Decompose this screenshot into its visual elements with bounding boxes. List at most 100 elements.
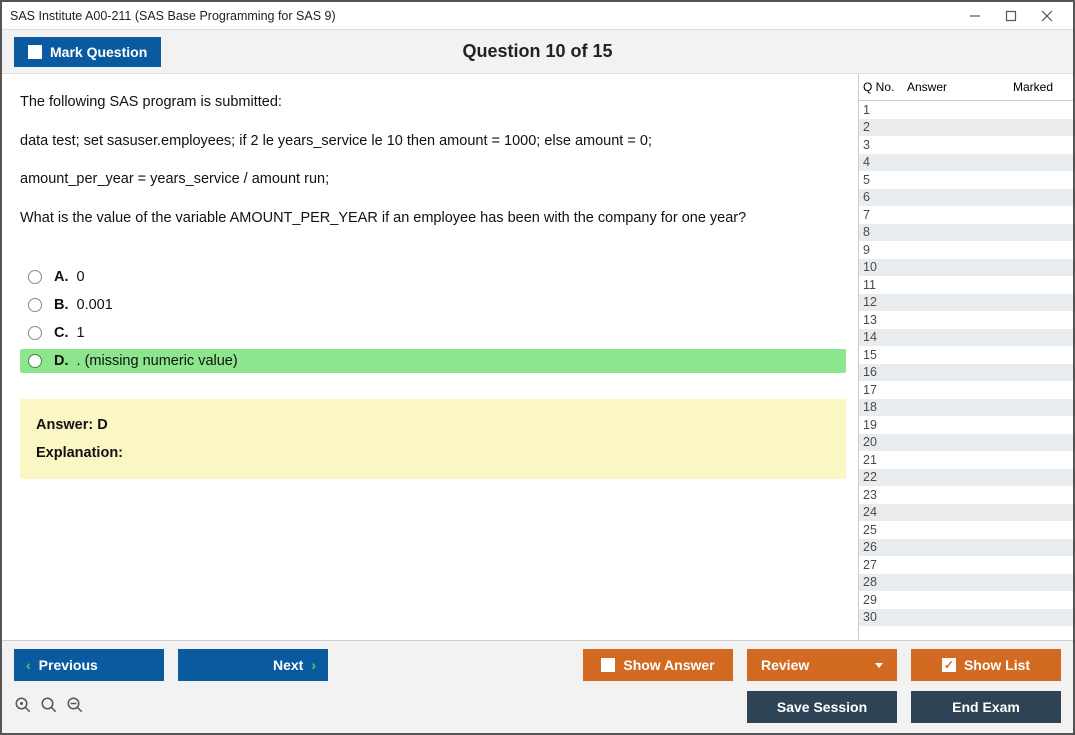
question-row[interactable]: 22 (859, 469, 1073, 487)
question-row[interactable]: 9 (859, 241, 1073, 259)
previous-label: Previous (39, 657, 98, 673)
question-row[interactable]: 26 (859, 539, 1073, 557)
qno-cell: 9 (859, 243, 903, 257)
question-text: The following SAS program is submitted: … (20, 90, 846, 245)
save-session-button[interactable]: Save Session (747, 691, 897, 723)
sidebar-header: Q No. Answer Marked (859, 74, 1073, 101)
question-row[interactable]: 13 (859, 311, 1073, 329)
qno-cell: 21 (859, 453, 903, 467)
options-list: A. 0 B. 0.001 C. 1 D. . (missing numeric va… (20, 263, 846, 375)
option-b[interactable]: B. 0.001 (20, 293, 846, 317)
question-row[interactable]: 15 (859, 346, 1073, 364)
option-a[interactable]: A. 0 (20, 265, 846, 289)
question-row[interactable]: 23 (859, 486, 1073, 504)
end-exam-button[interactable]: End Exam (911, 691, 1061, 723)
zoom-in-icon[interactable] (40, 696, 58, 719)
question-row[interactable]: 5 (859, 171, 1073, 189)
previous-button[interactable]: ‹ Previous (14, 649, 164, 681)
sidebar-body[interactable]: 1234567891011121314151617181920212223242… (859, 101, 1073, 640)
qno-cell: 29 (859, 593, 903, 607)
col-header-answer: Answer (903, 74, 1009, 100)
zoom-reset-icon[interactable] (14, 696, 32, 719)
question-line-3: amount_per_year = years_service / amount… (20, 167, 846, 192)
chevron-down-icon (875, 663, 883, 668)
question-row[interactable]: 12 (859, 294, 1073, 312)
qno-cell: 5 (859, 173, 903, 187)
question-row[interactable]: 24 (859, 504, 1073, 522)
mark-question-label: Mark Question (50, 44, 147, 60)
show-list-button[interactable]: ✓ Show List (911, 649, 1061, 681)
review-button[interactable]: Review (747, 649, 897, 681)
titlebar: SAS Institute A00-211 (SAS Base Programm… (2, 2, 1073, 30)
qno-cell: 3 (859, 138, 903, 152)
next-label: Next (273, 657, 303, 673)
question-row[interactable]: 16 (859, 364, 1073, 382)
checkbox-icon (28, 45, 42, 59)
header-bar: Mark Question Question 10 of 15 (2, 30, 1073, 74)
question-row[interactable]: 2 (859, 119, 1073, 137)
qno-cell: 22 (859, 470, 903, 484)
radio-icon[interactable] (28, 354, 42, 368)
qno-cell: 19 (859, 418, 903, 432)
question-row[interactable]: 1 (859, 101, 1073, 119)
review-label: Review (761, 657, 809, 673)
qno-cell: 1 (859, 103, 903, 117)
question-row[interactable]: 19 (859, 416, 1073, 434)
qno-cell: 18 (859, 400, 903, 414)
question-row[interactable]: 21 (859, 451, 1073, 469)
question-line-4: What is the value of the variable AMOUNT… (20, 206, 846, 231)
body: The following SAS program is submitted: … (2, 74, 1073, 640)
qno-cell: 14 (859, 330, 903, 344)
question-row[interactable]: 11 (859, 276, 1073, 294)
close-button[interactable] (1029, 4, 1065, 28)
radio-icon[interactable] (28, 298, 42, 312)
qno-cell: 10 (859, 260, 903, 274)
radio-icon[interactable] (28, 326, 42, 340)
option-d[interactable]: D. . (missing numeric value) (20, 349, 846, 373)
question-row[interactable]: 18 (859, 399, 1073, 417)
qno-cell: 2 (859, 120, 903, 134)
mark-question-button[interactable]: Mark Question (14, 37, 161, 67)
show-answer-label: Show Answer (623, 657, 714, 673)
qno-cell: 8 (859, 225, 903, 239)
checkbox-checked-icon: ✓ (942, 658, 956, 672)
question-row[interactable]: 30 (859, 609, 1073, 627)
question-counter: Question 10 of 15 (2, 41, 1073, 62)
qno-cell: 20 (859, 435, 903, 449)
question-row[interactable]: 14 (859, 329, 1073, 347)
question-row[interactable]: 25 (859, 521, 1073, 539)
question-row[interactable]: 8 (859, 224, 1073, 242)
show-list-label: Show List (964, 657, 1030, 673)
next-button[interactable]: Next › (178, 649, 328, 681)
question-list-sidebar: Q No. Answer Marked 12345678910111213141… (858, 74, 1073, 640)
qno-cell: 16 (859, 365, 903, 379)
zoom-controls (14, 696, 84, 719)
option-c[interactable]: C. 1 (20, 321, 846, 345)
checkbox-icon (601, 658, 615, 672)
question-row[interactable]: 10 (859, 259, 1073, 277)
maximize-button[interactable] (993, 4, 1029, 28)
zoom-out-icon[interactable] (66, 696, 84, 719)
footer-row-2: Save Session End Exam (14, 691, 1061, 723)
question-row[interactable]: 20 (859, 434, 1073, 452)
show-answer-button[interactable]: Show Answer (583, 649, 733, 681)
col-header-qno: Q No. (859, 74, 903, 100)
qno-cell: 17 (859, 383, 903, 397)
question-row[interactable]: 27 (859, 556, 1073, 574)
window-title: SAS Institute A00-211 (SAS Base Programm… (10, 9, 336, 23)
main-pane: The following SAS program is submitted: … (2, 74, 858, 640)
question-row[interactable]: 7 (859, 206, 1073, 224)
question-row[interactable]: 29 (859, 591, 1073, 609)
minimize-button[interactable] (957, 4, 993, 28)
radio-icon[interactable] (28, 270, 42, 284)
chevron-left-icon: ‹ (26, 657, 31, 673)
question-line-2: data test; set sasuser.employees; if 2 l… (20, 129, 846, 154)
question-row[interactable]: 6 (859, 189, 1073, 207)
question-row[interactable]: 4 (859, 154, 1073, 172)
question-row[interactable]: 17 (859, 381, 1073, 399)
footer: ‹ Previous Next › Show Answer Review ✓ S… (2, 640, 1073, 733)
question-row[interactable]: 3 (859, 136, 1073, 154)
qno-cell: 12 (859, 295, 903, 309)
qno-cell: 7 (859, 208, 903, 222)
question-row[interactable]: 28 (859, 574, 1073, 592)
